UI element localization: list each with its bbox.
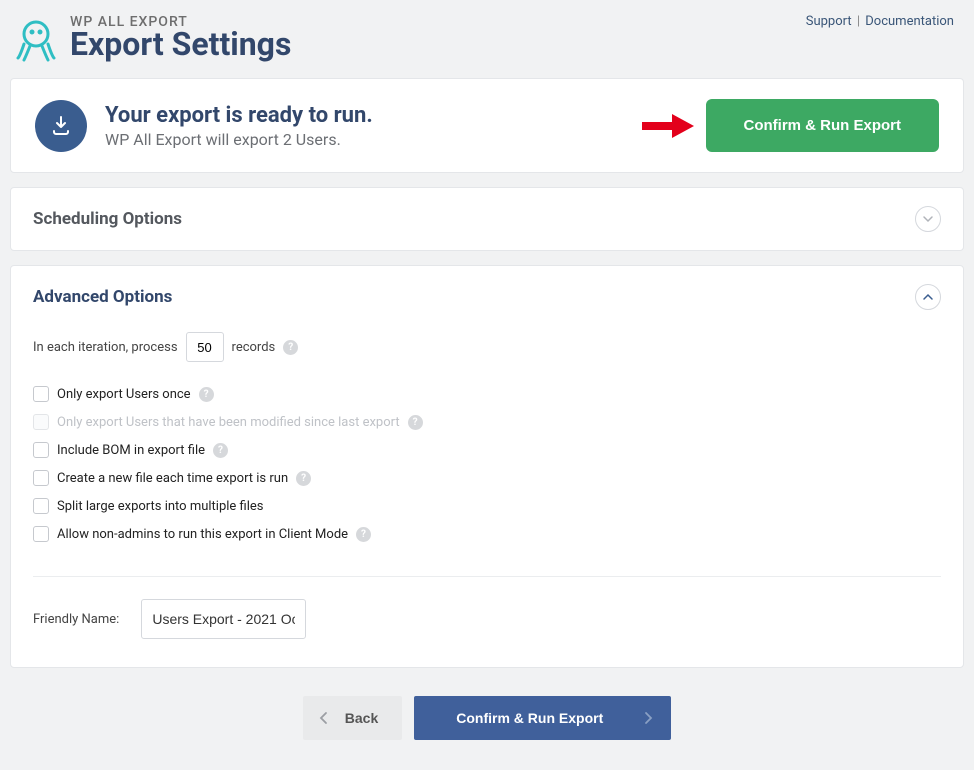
option-label: Include BOM in export file [57, 443, 205, 458]
option-label: Allow non-admins to run this export in C… [57, 527, 348, 542]
scheduling-title: Scheduling Options [33, 209, 182, 229]
chevron-up-icon[interactable] [915, 284, 941, 310]
checkbox[interactable] [33, 442, 49, 458]
checkbox[interactable] [33, 526, 49, 542]
checkbox[interactable] [33, 498, 49, 514]
friendly-name-row: Friendly Name: [33, 599, 941, 639]
advanced-title: Advanced Options [33, 287, 172, 307]
page-header: WP ALL EXPORT Export Settings Support | … [10, 14, 964, 78]
option-row: Create a new file each time export is ru… [33, 464, 941, 492]
header-links: Support | Documentation [806, 14, 954, 29]
checkbox[interactable] [33, 386, 49, 402]
page-title: Export Settings [70, 28, 291, 62]
divider [33, 576, 941, 577]
option-label: Only export Users once [57, 387, 191, 402]
chevron-right-icon [643, 711, 653, 725]
options-list: Only export Users once?Only export Users… [33, 380, 941, 548]
help-icon[interactable]: ? [283, 340, 298, 355]
advanced-body: In each iteration, process records ? Onl… [11, 328, 963, 667]
footer-bar: Back Confirm & Run Export [10, 696, 964, 740]
confirm-run-export-footer-button[interactable]: Confirm & Run Export [414, 696, 671, 740]
confirm-run-export-button[interactable]: Confirm & Run Export [706, 99, 940, 152]
help-icon[interactable]: ? [199, 387, 214, 402]
option-label: Only export Users that have been modifie… [57, 415, 400, 430]
help-icon[interactable]: ? [296, 471, 311, 486]
friendly-name-label: Friendly Name: [33, 612, 119, 627]
option-row: Only export Users that have been modifie… [33, 408, 941, 436]
support-link[interactable]: Support [806, 14, 852, 29]
iteration-input[interactable] [186, 332, 224, 362]
option-label: Create a new file each time export is ru… [57, 471, 288, 486]
download-icon [35, 100, 87, 152]
iteration-suffix: records [232, 340, 276, 355]
option-row: Only export Users once? [33, 380, 941, 408]
ready-right: Confirm & Run Export [642, 99, 940, 152]
ready-title: Your export is ready to run. [105, 103, 373, 128]
friendly-name-input[interactable] [141, 599, 306, 639]
checkbox [33, 414, 49, 430]
ready-left: Your export is ready to run. WP All Expo… [35, 100, 373, 152]
documentation-link[interactable]: Documentation [865, 14, 954, 29]
header-left: WP ALL EXPORT Export Settings [12, 14, 291, 64]
checkbox[interactable] [33, 470, 49, 486]
scheduling-panel: Scheduling Options [10, 187, 964, 251]
help-icon[interactable]: ? [213, 443, 228, 458]
iteration-row: In each iteration, process records ? [33, 332, 941, 362]
help-icon[interactable]: ? [408, 415, 423, 430]
scheduling-head[interactable]: Scheduling Options [11, 188, 963, 250]
app-logo-icon [12, 16, 60, 64]
iteration-prefix: In each iteration, process [33, 340, 178, 355]
red-arrow-icon [642, 113, 694, 139]
help-icon[interactable]: ? [356, 527, 371, 542]
advanced-panel: Advanced Options In each iteration, proc… [10, 265, 964, 668]
back-button[interactable]: Back [303, 696, 402, 740]
separator: | [857, 14, 860, 29]
chevron-left-icon [319, 711, 329, 725]
option-label: Split large exports into multiple files [57, 499, 264, 514]
option-row: Include BOM in export file? [33, 436, 941, 464]
ready-panel: Your export is ready to run. WP All Expo… [10, 78, 964, 173]
confirm-label: Confirm & Run Export [456, 710, 603, 726]
advanced-head[interactable]: Advanced Options [11, 266, 963, 328]
option-row: Split large exports into multiple files [33, 492, 941, 520]
option-row: Allow non-admins to run this export in C… [33, 520, 941, 548]
chevron-down-icon[interactable] [915, 206, 941, 232]
back-label: Back [345, 710, 378, 726]
ready-subtitle: WP All Export will export 2 Users. [105, 130, 373, 149]
